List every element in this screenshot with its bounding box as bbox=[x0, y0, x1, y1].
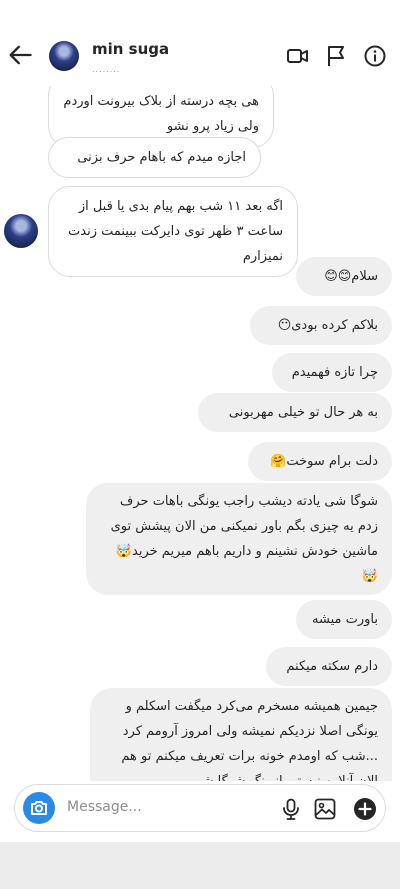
message-composer[interactable]: Message... bbox=[14, 784, 386, 832]
sender-avatar[interactable] bbox=[4, 214, 38, 248]
outgoing-message[interactable]: دلت برام سوخت🤗 bbox=[248, 442, 392, 481]
add-circle-icon[interactable] bbox=[353, 797, 377, 821]
microphone-icon[interactable] bbox=[279, 797, 303, 821]
username[interactable]: min suga bbox=[92, 40, 169, 58]
outgoing-message[interactable]: شوگا شی یادته دیشب راجب یونگی باهات حرف … bbox=[86, 483, 392, 595]
flag-icon[interactable] bbox=[324, 44, 348, 68]
outgoing-message[interactable]: سلام😊😊 bbox=[296, 257, 392, 296]
outgoing-message[interactable]: چرا تازه فهمیدم bbox=[272, 353, 392, 392]
chat-header: min suga ........ bbox=[0, 0, 400, 86]
message-input[interactable]: Message... bbox=[67, 799, 142, 815]
camera-icon bbox=[31, 801, 47, 815]
outgoing-message[interactable]: باورت میشه bbox=[296, 600, 392, 639]
outgoing-message[interactable]: جیمین همیشه مسخرم می‌کرد میگفت اسکلم و ی… bbox=[90, 688, 392, 781]
camera-button[interactable] bbox=[23, 792, 55, 824]
incoming-message[interactable]: اگه بعد ۱۱ شب بهم پیام بدی یا قبل از ساع… bbox=[48, 186, 298, 277]
system-navigation-bar bbox=[0, 842, 400, 889]
video-camera-icon[interactable] bbox=[286, 44, 310, 68]
gallery-icon[interactable] bbox=[313, 797, 337, 821]
outgoing-message[interactable]: دارم سکته میکنم bbox=[266, 647, 392, 686]
incoming-message[interactable]: اجازه میدم که باهام حرف بزنی bbox=[48, 137, 261, 178]
typing-status: ........ bbox=[92, 65, 121, 74]
outgoing-message[interactable]: بلاکم کرده بودی😶 bbox=[250, 306, 392, 345]
avatar[interactable] bbox=[49, 41, 79, 71]
info-icon[interactable] bbox=[363, 44, 387, 68]
outgoing-message[interactable]: به هر حال تو خیلی مهربونی bbox=[198, 393, 392, 432]
message-thread[interactable]: هی بچه درسته از بلاک بیرونت اوردم ولی زی… bbox=[0, 86, 400, 781]
back-arrow-icon[interactable] bbox=[6, 41, 34, 69]
